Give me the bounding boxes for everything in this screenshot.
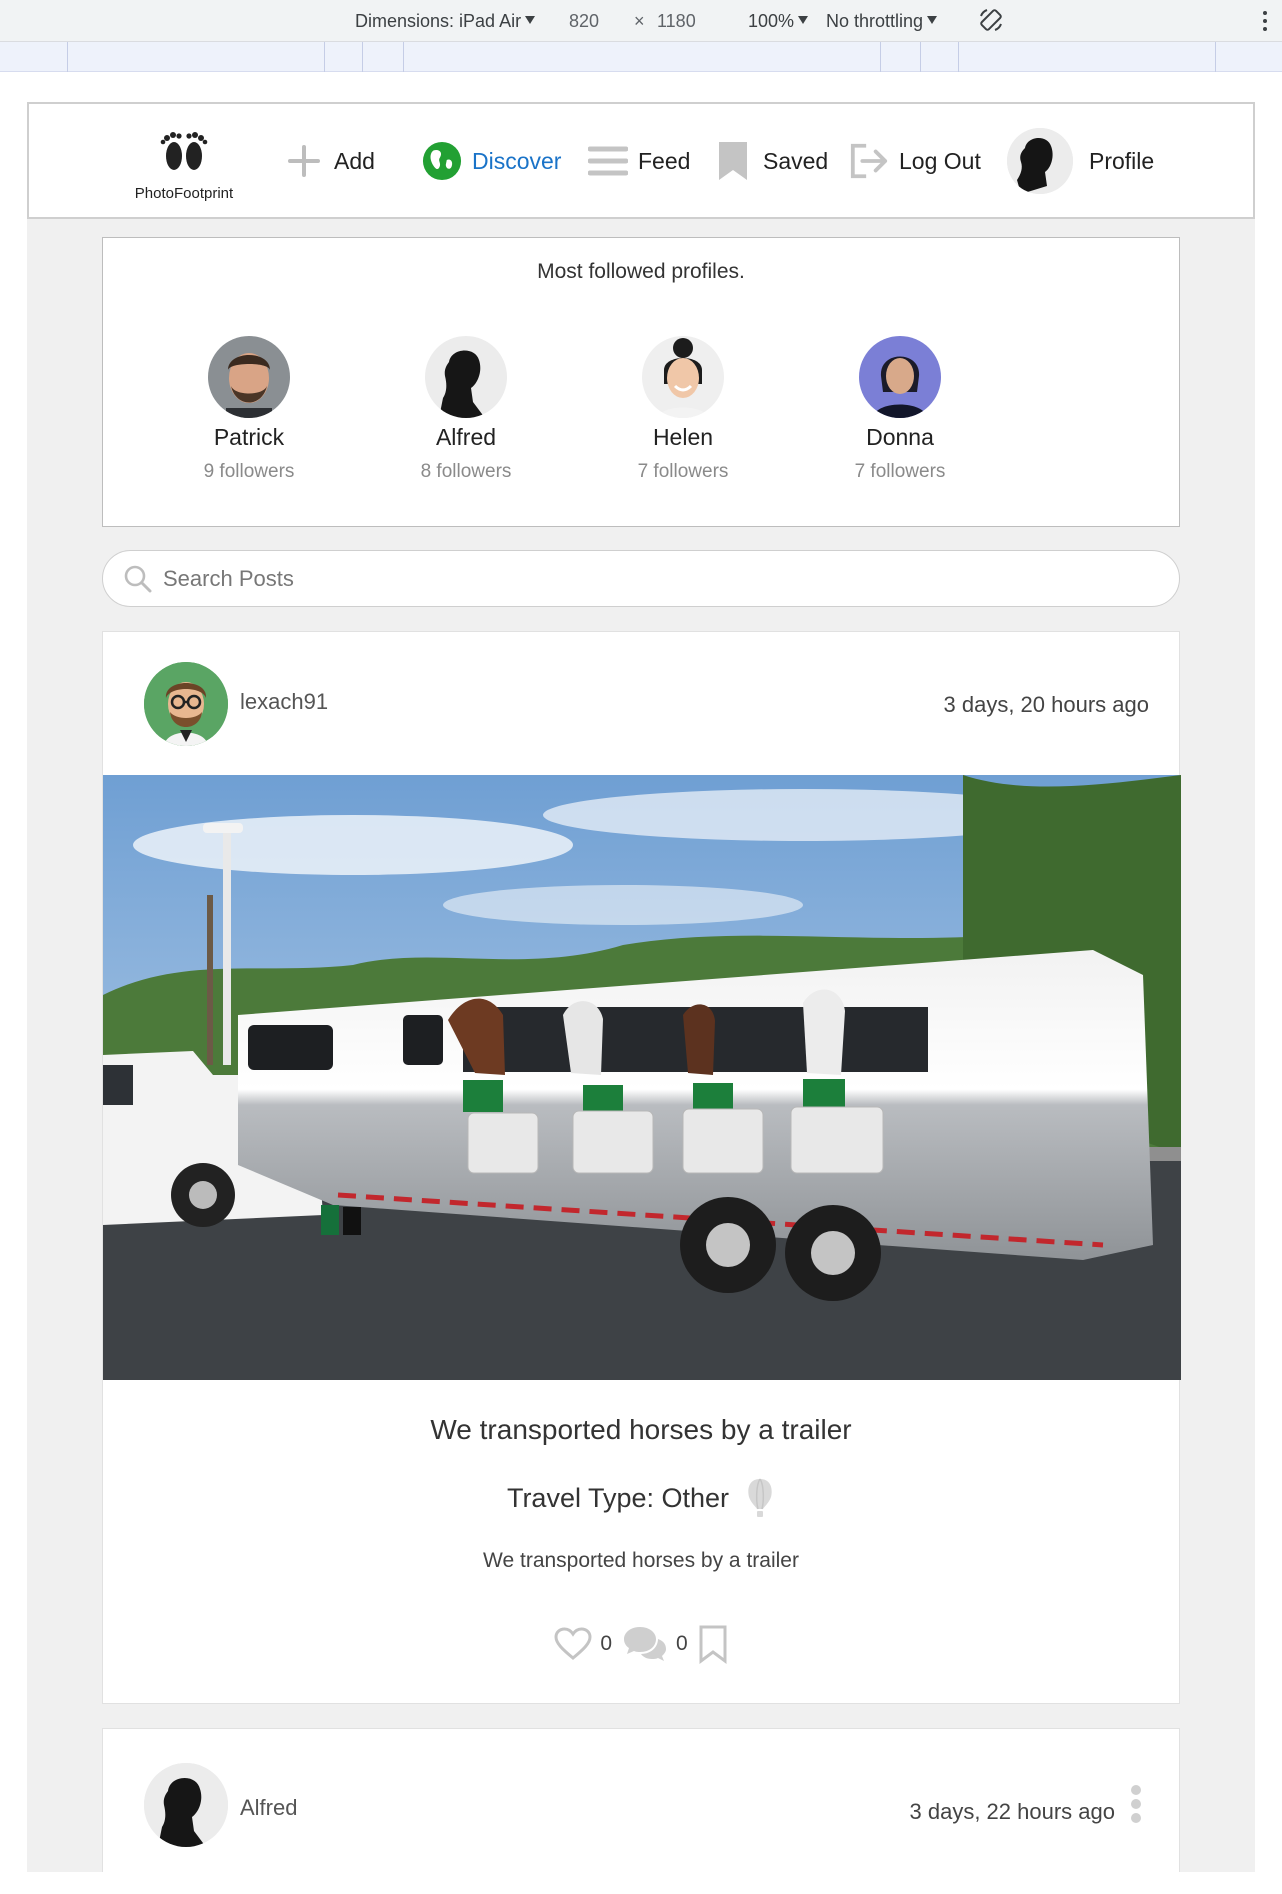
like-count: 0 (600, 1632, 612, 1655)
travel-type-label: Travel Type: Other (506, 1482, 730, 1513)
logout-icon (849, 141, 889, 181)
profile-name: Helen (652, 424, 714, 450)
chevron-down-icon (525, 16, 536, 24)
nav-discover-label: Discover (472, 147, 562, 174)
follower-count: 9 followers (203, 461, 295, 482)
profile-name: Patrick (213, 424, 285, 450)
post-card: Alfred 3 days, 22 hours ago (102, 1728, 1180, 1872)
search-icon (124, 565, 152, 592)
brand-logo[interactable]: PhotoFootprint (124, 126, 244, 202)
height-field[interactable]: 1180 (657, 11, 696, 32)
avatar (425, 336, 507, 418)
post-username[interactable]: lexach91 (240, 689, 328, 715)
post-actions: 0 0 (103, 1624, 1179, 1664)
most-followed-panel: Most followed profiles. Patrick 9 follow… (102, 237, 1180, 527)
follower-count: 8 followers (420, 461, 512, 482)
post-title: We transported horses by a trailer (430, 1414, 852, 1445)
profile-card-alfred[interactable]: Alfred 8 followers (366, 336, 566, 483)
post-travel-type: Travel Type: Other (103, 1477, 1179, 1519)
most-followed-title: Most followed profiles. (537, 260, 745, 283)
more-options-icon[interactable] (1263, 11, 1269, 33)
avatar[interactable] (144, 1763, 228, 1847)
post-card: lexach91 3 days, 20 hours ago We transpo… (102, 631, 1181, 1704)
nav-profile[interactable]: Profile (1007, 128, 1154, 194)
zoom-select[interactable]: 100% (748, 11, 809, 32)
device-select[interactable]: Dimensions: iPad Air (355, 11, 536, 32)
chevron-down-icon (927, 16, 938, 24)
nav-saved[interactable]: Saved (713, 138, 828, 184)
heart-icon[interactable] (554, 1627, 592, 1661)
nav-saved-label: Saved (763, 147, 829, 174)
brand-name: PhotoFootprint (134, 185, 234, 202)
search-input[interactable] (163, 565, 1063, 592)
globe-icon (422, 141, 462, 181)
follower-count: 7 followers (637, 461, 729, 482)
post-timestamp: 3 days, 20 hours ago (943, 692, 1149, 717)
profile-card-patrick[interactable]: Patrick 9 followers (149, 336, 349, 483)
chevron-down-icon (798, 16, 809, 24)
plus-icon (284, 141, 324, 181)
nav-discover[interactable]: Discover (422, 138, 561, 184)
footprints-icon (160, 132, 208, 170)
hot-air-balloon-icon (748, 1478, 772, 1517)
navbar: PhotoFootprint Add Discover Feed Saved L… (27, 102, 1255, 219)
search-bar (102, 550, 1180, 607)
devtools-toolbar: Dimensions: iPad Air 820 × 1180 100% No … (0, 0, 1282, 42)
post-description: We transported horses by a trailer (483, 1549, 799, 1572)
profile-card-helen[interactable]: Helen 7 followers (583, 336, 783, 483)
times-sign: × (634, 11, 645, 31)
post-username[interactable]: Alfred (240, 1795, 297, 1821)
more-options-icon[interactable] (1131, 1785, 1141, 1827)
rotate-icon[interactable] (978, 8, 1004, 34)
nav-feed-label: Feed (638, 147, 691, 174)
profile-name: Alfred (435, 424, 497, 450)
throttle-label: No throttling (826, 11, 924, 31)
avatar (642, 336, 724, 418)
throttle-select[interactable]: No throttling (826, 11, 938, 32)
profile-name: Donna (866, 424, 934, 450)
comment-count: 0 (676, 1632, 688, 1655)
post-header: lexach91 3 days, 20 hours ago (103, 632, 1179, 775)
nav-add-label: Add (334, 147, 375, 174)
avatar (1007, 128, 1073, 194)
post-timestamp: 3 days, 22 hours ago (909, 1799, 1115, 1824)
nav-logout-label: Log Out (899, 147, 981, 174)
zoom-label: 100% (748, 11, 795, 31)
follower-count: 7 followers (854, 461, 946, 482)
nav-logout[interactable]: Log Out (849, 138, 981, 184)
profile-card-donna[interactable]: Donna 7 followers (800, 336, 1000, 483)
avatar (208, 336, 290, 418)
avatar (859, 336, 941, 418)
device-label: Dimensions: iPad Air (355, 11, 522, 31)
menu-icon (588, 141, 628, 181)
width-field[interactable]: 820 (569, 11, 599, 32)
avatar[interactable] (144, 662, 228, 746)
nav-feed[interactable]: Feed (588, 138, 690, 184)
nav-add[interactable]: Add (284, 138, 375, 184)
comments-icon[interactable] (622, 1625, 668, 1663)
media-query-ruler (0, 42, 1282, 72)
nav-profile-label: Profile (1089, 147, 1155, 174)
bookmark-icon (713, 141, 753, 181)
post-photo[interactable] (103, 775, 1181, 1380)
bookmark-icon[interactable] (698, 1624, 728, 1664)
page-viewport: PhotoFootprint Add Discover Feed Saved L… (27, 102, 1255, 1872)
